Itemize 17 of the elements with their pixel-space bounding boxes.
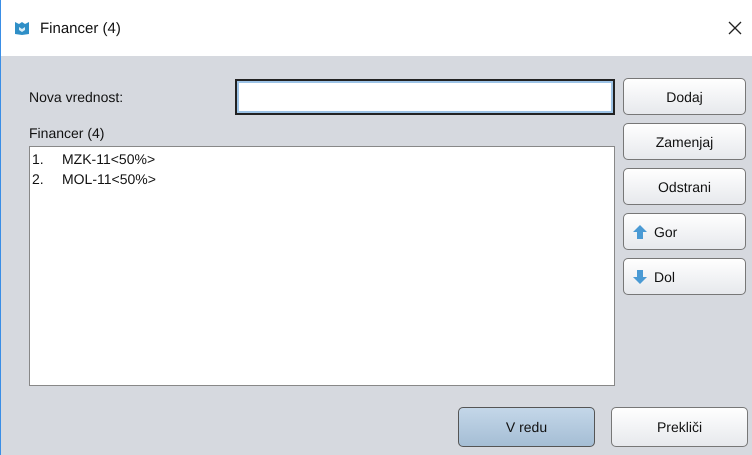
action-button[interactable]: Dodaj xyxy=(623,78,746,115)
close-icon[interactable] xyxy=(728,21,742,35)
arrow-up-icon xyxy=(632,224,648,240)
list-label: Financer (4) xyxy=(29,125,106,141)
ok-button[interactable]: V redu xyxy=(458,407,595,447)
window-title: Financer (4) xyxy=(40,20,122,36)
list-item[interactable]: 1. MZK-11<50%> xyxy=(32,149,612,169)
list-item[interactable]: 2. MOL-11<50%> xyxy=(32,169,612,189)
field-label: Nova vrednost: xyxy=(29,89,124,105)
down-button[interactable]: Dol xyxy=(623,258,746,295)
arrow-down-icon xyxy=(632,268,648,284)
input-field[interactable] xyxy=(235,79,615,115)
up-button[interactable]: Gor xyxy=(623,213,746,250)
action-button[interactable]: Zamenjaj xyxy=(623,123,746,160)
action-button[interactable]: Odstrani xyxy=(623,168,746,205)
cancel-button[interactable]: Prekliči xyxy=(611,407,748,447)
book-icon xyxy=(14,20,30,36)
